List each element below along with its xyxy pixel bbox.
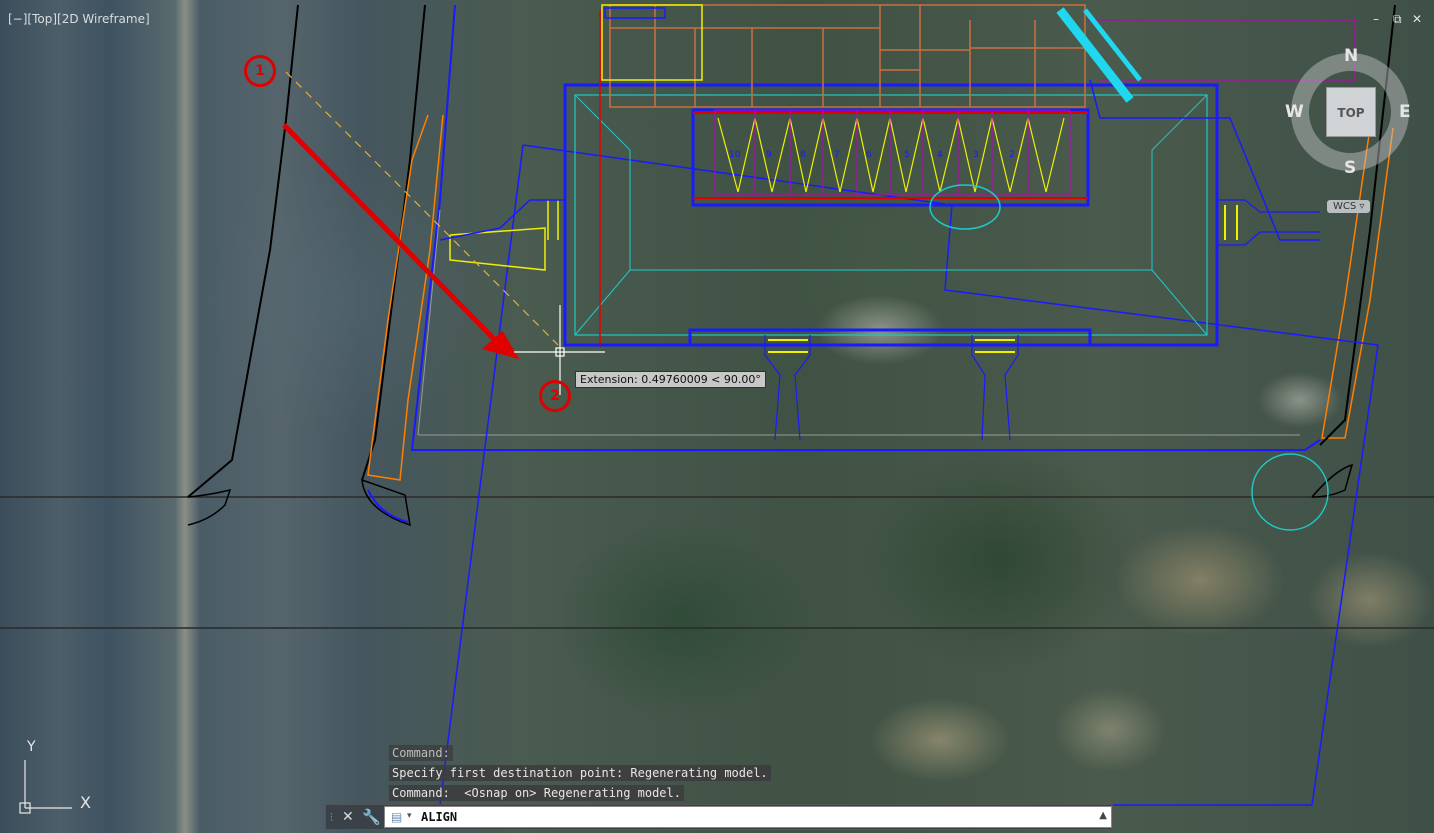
svg-text:8: 8 bbox=[800, 150, 806, 160]
chevron-down-icon[interactable]: ▾ bbox=[407, 811, 412, 821]
property-line bbox=[361, 4, 426, 481]
roof-hip bbox=[1151, 94, 1208, 151]
viewport-controls-label[interactable]: [−][Top][2D Wireframe] bbox=[8, 12, 150, 26]
compass-south[interactable]: S bbox=[1344, 158, 1356, 178]
roof-outline bbox=[574, 94, 1208, 336]
ucs-x-label: X bbox=[80, 793, 91, 812]
svg-text:7: 7 bbox=[834, 150, 840, 160]
cyan-ellipse bbox=[929, 184, 1001, 230]
drawing-viewport[interactable]: 10 9 8 7 6 5 4 3 2 [−][Top][2D Wireframe… bbox=[0, 0, 1434, 833]
curb-return-2 bbox=[361, 478, 411, 527]
grip-icon[interactable]: ⫶ bbox=[330, 811, 333, 825]
roof-hip bbox=[574, 94, 631, 151]
image-frame bbox=[439, 144, 1379, 806]
recent-commands-icon[interactable]: ▤ bbox=[391, 810, 402, 824]
curb-blue bbox=[367, 489, 409, 523]
close-icon[interactable]: ✕ bbox=[1412, 12, 1422, 26]
roof-hip bbox=[574, 269, 631, 336]
curb-return bbox=[187, 488, 232, 526]
roof-hip bbox=[1151, 269, 1208, 336]
svg-text:10: 10 bbox=[729, 150, 741, 160]
svg-text:5: 5 bbox=[904, 150, 910, 160]
svg-text:4: 4 bbox=[937, 150, 943, 160]
annotation-marker-2: 2 bbox=[539, 380, 571, 412]
viewcube-top-face[interactable]: TOP bbox=[1326, 87, 1376, 137]
command-history-line: Specify first destination point: Regener… bbox=[389, 765, 771, 781]
svg-text:6: 6 bbox=[866, 150, 872, 160]
close-icon[interactable]: ✕ bbox=[342, 809, 354, 825]
compass-west[interactable]: W bbox=[1285, 102, 1304, 122]
annotation-marker-1: 1 bbox=[244, 55, 276, 87]
command-line-bar: ⫶ ✕ 🔧 ▤ ▾ ALIGN ▲ bbox=[325, 804, 1113, 830]
wrench-icon[interactable]: 🔧 bbox=[362, 808, 381, 826]
gray-offset bbox=[417, 209, 441, 436]
chevron-up-icon[interactable]: ▲ bbox=[1099, 810, 1107, 821]
compass-north[interactable]: N bbox=[1344, 46, 1358, 66]
extension-tooltip: Extension: 0.49760009 < 90.00° bbox=[575, 371, 766, 388]
command-history-line: Command: bbox=[389, 745, 453, 761]
minimize-icon[interactable]: – bbox=[1373, 12, 1379, 26]
command-input[interactable]: ▤ ▾ ALIGN ▲ bbox=[384, 806, 1112, 828]
command-history-line: Command: <Osnap on> Regenerating model. bbox=[389, 785, 684, 801]
drawing-canvas[interactable]: 10 9 8 7 6 5 4 3 2 bbox=[0, 0, 1434, 833]
svg-text:2: 2 bbox=[1009, 150, 1015, 160]
building-front bbox=[565, 328, 1217, 347]
wcs-menu[interactable]: WCS ▿ bbox=[1327, 200, 1371, 213]
yellow-room bbox=[601, 4, 703, 81]
command-text[interactable]: ALIGN bbox=[421, 810, 457, 824]
road-edge-line bbox=[187, 4, 299, 498]
svg-text:9: 9 bbox=[766, 150, 772, 160]
stair bbox=[604, 7, 666, 19]
svg-text:3: 3 bbox=[973, 150, 979, 160]
curb-return-right bbox=[1311, 463, 1354, 498]
orange-setback-right bbox=[1321, 127, 1394, 439]
rooms-plan bbox=[609, 4, 1086, 108]
restore-icon[interactable]: ⧉ bbox=[1393, 12, 1402, 27]
room-numbers: 10 9 8 7 6 5 4 3 2 bbox=[729, 150, 1015, 160]
compass-east[interactable]: E bbox=[1399, 102, 1411, 122]
ucs-icon bbox=[19, 760, 72, 814]
ucs-y-label: Y bbox=[27, 739, 36, 755]
